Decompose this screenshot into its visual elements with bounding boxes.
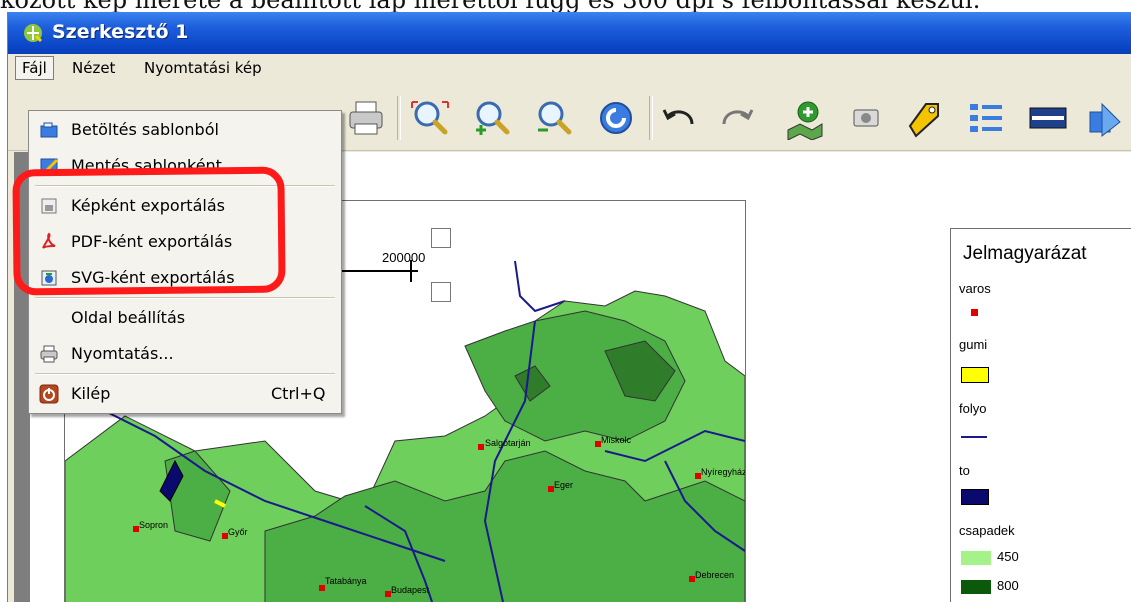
folder-open-icon: [40, 122, 58, 138]
refresh-icon[interactable]: [594, 96, 638, 140]
legend-layer-label: varos: [959, 281, 991, 296]
legend-point-symbol: [971, 309, 978, 316]
menu-file[interactable]: Fájl: [15, 56, 54, 80]
menu-item-print[interactable]: Nyomtatás...: [29, 337, 341, 371]
menu-item-label: Nyomtatás...: [71, 344, 174, 363]
menu-separator: [35, 185, 335, 187]
legend-class-value: 450: [997, 549, 1019, 564]
legend-ramp-dark: [961, 580, 991, 594]
city-label: Budapest: [391, 585, 430, 595]
city-label: Tatabánya: [325, 576, 367, 586]
legend-layer-label: to: [959, 463, 970, 478]
undo-icon[interactable]: [658, 96, 702, 140]
legend-layer-label: gumi: [959, 337, 988, 352]
menu-item-load-template[interactable]: Betöltés sablonból: [29, 113, 341, 147]
add-legend-icon[interactable]: [964, 96, 1008, 140]
file-menu-dropdown: Betöltés sablonból Mentés sablonként Kép…: [28, 110, 342, 414]
add-shape-icon[interactable]: [1082, 96, 1126, 140]
app-logo-icon: [24, 24, 43, 43]
legend-fill-symbol: [961, 489, 989, 505]
menu-item-page-setup[interactable]: Oldal beállítás: [29, 301, 341, 335]
menu-print-composer[interactable]: Nyomtatási kép: [138, 57, 268, 79]
city-label: Győr: [228, 527, 248, 537]
zoom-in-icon[interactable]: [470, 96, 514, 140]
legend-layer-label: csapadek: [959, 523, 1015, 538]
menu-item-label: Mentés sablonként: [71, 156, 222, 175]
title-bar: Szerkesztő 1: [8, 12, 1131, 54]
toolbar-separator: [649, 96, 653, 140]
scalebar-label: 200000: [382, 250, 426, 265]
legend-layer-label: folyo: [959, 401, 987, 416]
menu-item-export-svg[interactable]: SVG-ként exportálás: [29, 261, 341, 295]
print-icon[interactable]: [344, 96, 388, 140]
menu-item-label: PDF-ként exportálás: [71, 232, 233, 251]
scalebar-line: [338, 270, 418, 272]
save-template-icon: [40, 158, 59, 174]
legend-class-value: 800: [997, 578, 1019, 593]
legend-fill-symbol: [961, 367, 989, 383]
menu-item-shortcut: Ctrl+Q: [271, 384, 326, 403]
quit-icon: [39, 384, 59, 404]
menu-item-export-pdf[interactable]: PDF-ként exportálás: [29, 225, 341, 259]
menu-item-label: SVG-ként exportálás: [71, 268, 235, 287]
menu-item-label: Betöltés sablonból: [71, 120, 219, 139]
legend-ramp-light: [961, 551, 991, 565]
city-label: Debrecen: [695, 570, 734, 580]
menu-item-label: Oldal beállítás: [71, 308, 186, 327]
redo-icon[interactable]: [714, 96, 758, 140]
composer-window: Szerkesztő 1 Fájl Nézet Nyomtatási kép S…: [7, 12, 1131, 602]
scalebar-tick: [410, 260, 412, 282]
zoom-out-icon[interactable]: [532, 96, 576, 140]
scalebar-handle[interactable]: [431, 282, 451, 302]
image-export-icon: [41, 198, 57, 214]
add-map-icon[interactable]: [782, 96, 826, 140]
menu-item-label: Kilép: [71, 384, 111, 403]
legend-frame[interactable]: Jelmagyarázat varos gumi folyo to csapad…: [950, 228, 1131, 602]
pdf-icon: [42, 232, 56, 249]
legend-title: Jelmagyarázat: [963, 243, 1087, 264]
legend-line-symbol: [961, 436, 987, 438]
add-label-icon[interactable]: [902, 96, 946, 140]
menu-separator: [35, 297, 335, 299]
add-image-icon[interactable]: [844, 96, 888, 140]
svg-icon: [41, 270, 57, 286]
scalebar-handle[interactable]: [431, 228, 451, 248]
city-label: Miskolc: [601, 435, 632, 445]
city-label: Eger: [554, 480, 573, 490]
add-scalebar-icon[interactable]: [1026, 96, 1070, 140]
menu-item-export-image[interactable]: Képként exportálás: [29, 189, 341, 223]
menu-separator: [35, 373, 335, 375]
menu-view[interactable]: Nézet: [66, 57, 121, 79]
city-label: Salgótarján: [485, 438, 531, 448]
toolbar-separator: [397, 96, 401, 140]
menu-item-label: Képként exportálás: [71, 196, 225, 215]
menu-item-save-template[interactable]: Mentés sablonként: [29, 149, 341, 183]
zoom-full-icon[interactable]: [408, 96, 452, 140]
menu-item-quit[interactable]: Kilép Ctrl+Q: [29, 377, 341, 411]
menu-bar: Fájl Nézet Nyomtatási kép: [8, 54, 1131, 84]
city-label: Nyíregyháza: [701, 467, 745, 477]
window-title: Szerkesztő 1: [52, 21, 189, 43]
city-label: Sopron: [139, 520, 168, 530]
printer-icon: [40, 345, 58, 363]
